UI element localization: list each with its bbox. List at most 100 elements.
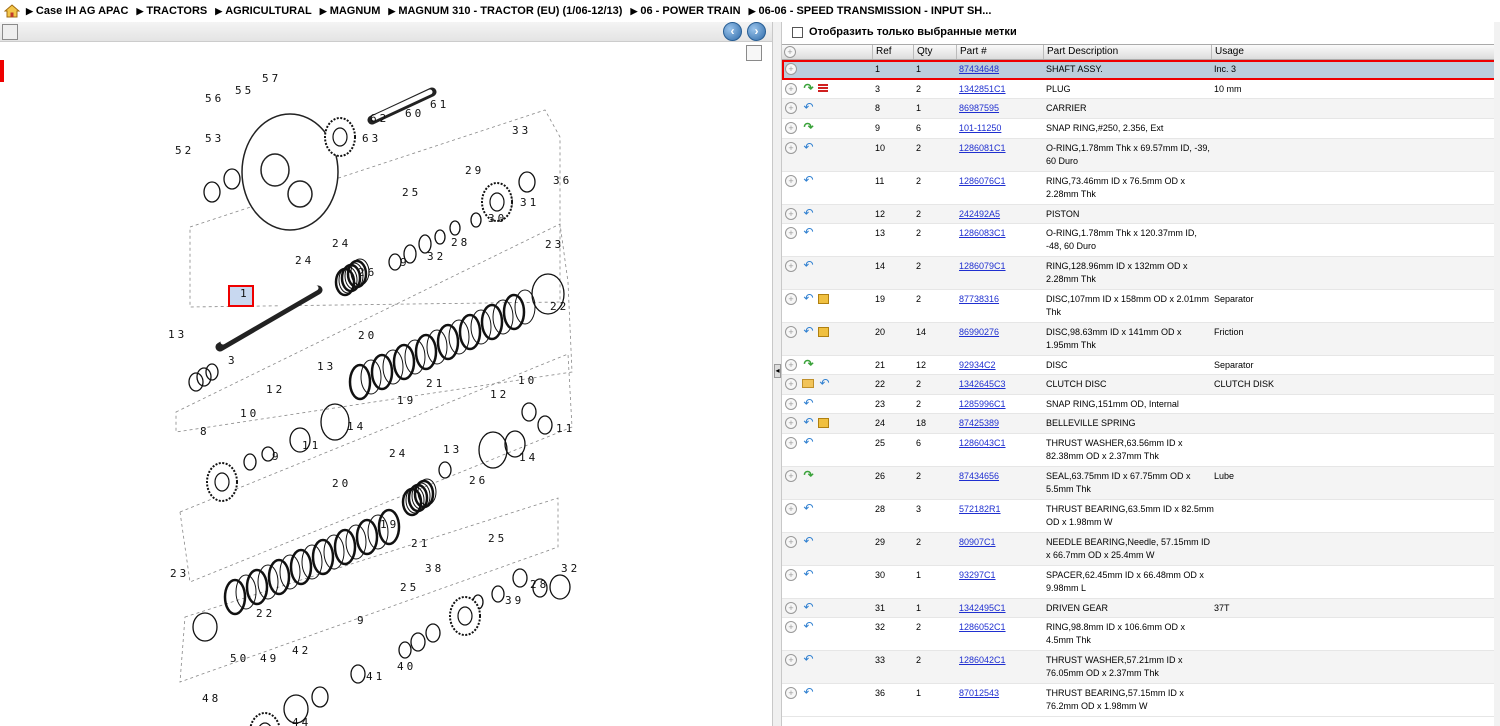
callout-label[interactable]: 24 <box>295 254 314 267</box>
table-row[interactable]: + ↶ 8 1 86987595 CARRIER <box>782 99 1500 119</box>
col-description[interactable]: Part Description <box>1043 45 1211 59</box>
callout-label[interactable]: 56 <box>205 92 224 105</box>
table-row[interactable]: + ↶ 19 2 87738316 DISC,107mm ID x 158mm OD x … <box>782 290 1500 323</box>
callout-label[interactable]: 19 <box>380 518 399 531</box>
blue-return-icon[interactable]: ↶ <box>802 325 815 338</box>
callout-label[interactable]: 31 <box>520 196 539 209</box>
callout-label[interactable]: 50 <box>230 652 249 665</box>
blue-return-icon[interactable]: ↶ <box>802 653 815 666</box>
collapse-left-icon[interactable]: ◂ <box>774 364 781 378</box>
part-number-link[interactable]: 87425389 <box>959 414 999 430</box>
callout-label[interactable]: 26 <box>358 266 377 279</box>
table-row[interactable]: + ↷ 21 12 92934C2 DISC Separator <box>782 356 1500 375</box>
part-number-link[interactable]: 1286076C1 <box>959 172 1006 188</box>
expand-row-icon[interactable]: + <box>785 142 797 154</box>
forward-button[interactable]: › <box>747 22 766 41</box>
blue-return-icon[interactable]: ↶ <box>802 686 815 699</box>
callout-label[interactable]: 63 <box>362 132 381 145</box>
table-row[interactable]: + ↶ 36 1 87012543 THRUST BEARING,57.15mm ID x… <box>782 684 1500 717</box>
table-row[interactable]: + ↶ 14 2 1286079C1 RING,128.96mm ID x 132mm O… <box>782 257 1500 290</box>
part-number-link[interactable]: 572182R1 <box>959 500 1001 516</box>
part-number-link[interactable]: 1286083C1 <box>959 224 1006 240</box>
part-number-link[interactable]: 1285996C1 <box>959 395 1006 411</box>
expand-row-icon[interactable]: + <box>785 417 797 429</box>
expand-row-icon[interactable]: + <box>785 359 797 371</box>
callout-label[interactable]: 22 <box>256 607 275 620</box>
expand-row-icon[interactable]: + <box>785 437 797 449</box>
expand-row-icon[interactable]: + <box>785 102 797 114</box>
part-number-link[interactable]: 87434656 <box>959 467 999 483</box>
table-row[interactable]: + ↶ 32 2 1286052C1 RING,98.8mm ID x 106.6mm O… <box>782 618 1500 651</box>
expand-row-icon[interactable]: + <box>785 569 797 581</box>
blue-return-icon[interactable]: ↶ <box>802 436 815 449</box>
expand-row-icon[interactable]: + <box>785 621 797 633</box>
callout-label[interactable]: 21 <box>426 377 445 390</box>
green-arrow-icon[interactable]: ↷ <box>802 121 815 134</box>
callout-label[interactable]: 1 <box>240 287 250 300</box>
callout-label[interactable]: 14 <box>519 451 538 464</box>
callout-label[interactable]: 57 <box>262 72 281 85</box>
callout-label[interactable]: 24 <box>332 237 351 250</box>
expand-row-icon[interactable]: + <box>785 503 797 515</box>
callout-label[interactable]: 8 <box>200 425 210 438</box>
callout-label[interactable]: 28 <box>530 578 549 591</box>
part-number-link[interactable]: 1342851C1 <box>959 80 1006 96</box>
breadcrumb-item[interactable]: 06 - POWER TRAIN <box>640 5 740 17</box>
part-number-link[interactable]: 1342495C1 <box>959 599 1006 615</box>
breadcrumb-item[interactable]: TRACTORS <box>146 5 207 17</box>
export-icon[interactable] <box>2 24 18 40</box>
pane-splitter[interactable]: ◂ <box>772 22 782 726</box>
expand-row-icon[interactable]: + <box>785 260 797 272</box>
part-number-link[interactable]: 80907C1 <box>959 533 996 549</box>
part-number-link[interactable]: 1342645C3 <box>959 375 1006 391</box>
blue-return-icon[interactable]: ↶ <box>802 207 815 220</box>
box-icon[interactable] <box>818 327 829 337</box>
part-number-link[interactable]: 1286052C1 <box>959 618 1006 634</box>
table-row[interactable]: + ↶ 20 14 86990276 DISC,98.63mm ID x 141mm OD… <box>782 323 1500 356</box>
back-button[interactable]: ‹ <box>723 22 742 41</box>
table-row[interactable]: + ↶ 10 2 1286081C1 O-RING,1.78mm Thk x 69.57m… <box>782 139 1500 172</box>
expand-row-icon[interactable]: + <box>785 208 797 220</box>
callout-label[interactable]: 13 <box>317 360 336 373</box>
expand-row-icon[interactable]: + <box>785 326 797 338</box>
table-row[interactable]: + ↶ 24 18 87425389 BELLEVILLE SPRING <box>782 414 1500 434</box>
col-usage[interactable]: Usage <box>1211 45 1500 59</box>
callout-label[interactable]: 32 <box>561 562 580 575</box>
col-qty[interactable]: Qty <box>913 45 956 59</box>
callout-label[interactable]: 10 <box>518 374 537 387</box>
callout-label[interactable]: 38 <box>425 562 444 575</box>
blue-return-icon[interactable]: ↶ <box>802 416 815 429</box>
blue-return-icon[interactable]: ↶ <box>802 535 815 548</box>
expand-row-icon[interactable]: + <box>785 293 797 305</box>
part-number-link[interactable]: 101-11250 <box>959 119 1001 135</box>
callout-label[interactable]: 12 <box>266 383 285 396</box>
expand-row-icon[interactable]: + <box>785 687 797 699</box>
callout-label[interactable]: 28 <box>451 236 470 249</box>
callout-label[interactable]: 14 <box>347 420 366 433</box>
expand-row-icon[interactable]: + <box>785 63 797 75</box>
callout-label[interactable]: 21 <box>411 537 430 550</box>
scrollbar[interactable] <box>1494 22 1500 726</box>
blue-return-icon[interactable]: ↶ <box>802 568 815 581</box>
blue-return-icon[interactable]: ↶ <box>802 620 815 633</box>
callout-label[interactable]: 13 <box>168 328 187 341</box>
callout-label[interactable]: 22 <box>550 300 569 313</box>
table-row[interactable]: + ↶ 33 2 1286042C1 THRUST WASHER,57.21mm ID x… <box>782 651 1500 684</box>
breadcrumb-item[interactable]: AGRICULTURAL <box>225 5 312 17</box>
breadcrumb-item[interactable]: Case IH AG APAC <box>36 5 129 17</box>
expand-row-icon[interactable]: + <box>785 536 797 548</box>
table-row[interactable]: + ↶ 22 2 1342645C3 CLUTCH DISC CLUTCH DISK <box>782 375 1500 395</box>
callout-label[interactable]: 25 <box>488 532 507 545</box>
expand-row-icon[interactable]: + <box>785 654 797 666</box>
expand-row-icon[interactable]: + <box>785 175 797 187</box>
callout-label[interactable]: 26 <box>469 474 488 487</box>
part-number-link[interactable]: 87012543 <box>959 684 999 700</box>
expand-row-icon[interactable]: + <box>785 602 797 614</box>
callout-label[interactable]: 52 <box>175 144 194 157</box>
blue-return-icon[interactable]: ↶ <box>802 502 815 515</box>
table-row[interactable]: + ↶ 29 2 80907C1 NEEDLE BEARING,Needle, 57.15… <box>782 533 1500 566</box>
table-row[interactable]: + ↶ 25 6 1286043C1 THRUST WASHER,63.56mm ID x… <box>782 434 1500 467</box>
callout-label[interactable]: 25 <box>402 186 421 199</box>
callout-label[interactable]: 23 <box>170 567 189 580</box>
callout-label[interactable]: 30 <box>488 212 507 225</box>
